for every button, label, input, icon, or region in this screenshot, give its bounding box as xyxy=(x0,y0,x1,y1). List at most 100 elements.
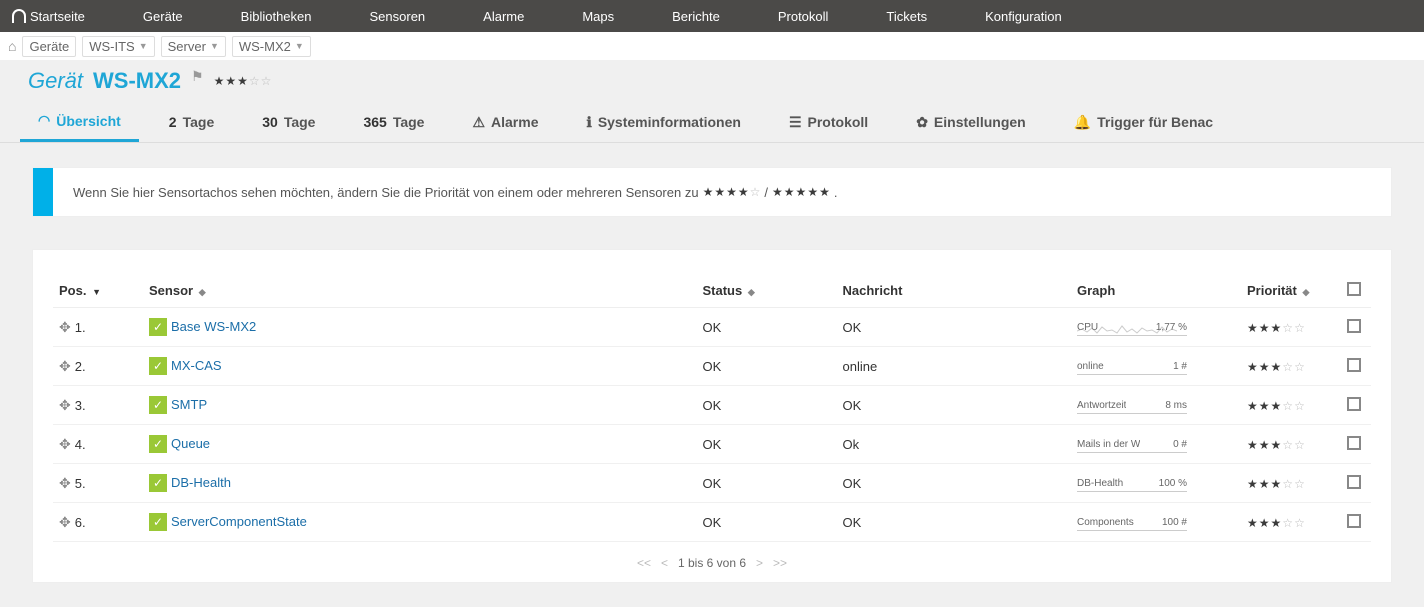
breadcrumb-item-geraete[interactable]: Geräte xyxy=(22,36,76,57)
nav-item-tickets[interactable]: Tickets xyxy=(886,9,927,24)
tab-alarme[interactable]: ⚠Alarme xyxy=(454,104,556,141)
graph-label: DB-Health xyxy=(1077,478,1123,489)
mini-graph[interactable]: DB-Health100 % xyxy=(1077,474,1187,492)
drag-handle-icon[interactable]: ✥ xyxy=(59,475,71,491)
pager-last[interactable]: >> xyxy=(773,556,787,570)
status-ok-icon: ✓ xyxy=(149,513,167,531)
pager-first[interactable]: << xyxy=(637,556,651,570)
nav-item-berichte[interactable]: Berichte xyxy=(672,9,720,24)
row-message: OK xyxy=(836,464,1071,503)
row-status: OK xyxy=(696,464,836,503)
nav-item-maps[interactable]: Maps xyxy=(582,9,614,24)
sensor-link[interactable]: SMTP xyxy=(171,397,207,412)
breadcrumb: ⌂ Geräte WS-ITS▼ Server▼ WS-MX2▼ xyxy=(0,32,1424,60)
row-status: OK xyxy=(696,347,836,386)
drag-handle-icon[interactable]: ✥ xyxy=(59,358,71,374)
row-pos: 4. xyxy=(75,437,86,452)
col-nachricht[interactable]: Nachricht xyxy=(836,274,1071,308)
info-accent-bar xyxy=(33,168,53,216)
mini-graph[interactable]: Mails in der W0 # xyxy=(1077,435,1187,453)
row-priority-stars[interactable]: ★★★☆☆ xyxy=(1247,360,1305,374)
sort-icon: ◆ xyxy=(1302,287,1309,297)
row-checkbox[interactable] xyxy=(1347,514,1361,528)
pager-prev[interactable]: < xyxy=(661,556,668,570)
sensor-link[interactable]: DB-Health xyxy=(171,475,231,490)
row-pos: 2. xyxy=(75,359,86,374)
table-row[interactable]: ✥2.✓MX-CASOKonlineonline1 #★★★☆☆ xyxy=(53,347,1371,386)
nav-item-protokoll[interactable]: Protokoll xyxy=(778,9,829,24)
row-priority-stars[interactable]: ★★★☆☆ xyxy=(1247,477,1305,491)
tab-bar: ◠Übersicht 2Tage 30Tage 365Tage ⚠Alarme … xyxy=(0,102,1424,143)
tab-2tage[interactable]: 2Tage xyxy=(151,104,232,140)
mini-graph[interactable]: online1 # xyxy=(1077,357,1187,375)
graph-label: online xyxy=(1077,361,1104,372)
col-graph[interactable]: Graph xyxy=(1071,274,1241,308)
table-row[interactable]: ✥6.✓ServerComponentStateOKOKComponents10… xyxy=(53,503,1371,542)
sort-down-icon: ▼ xyxy=(92,287,101,297)
checkbox-all[interactable] xyxy=(1347,282,1361,296)
breadcrumb-item-wsits[interactable]: WS-ITS▼ xyxy=(82,36,154,57)
nav-item-geraete[interactable]: Geräte xyxy=(143,9,183,24)
row-message: OK xyxy=(836,503,1071,542)
tab-protokoll[interactable]: ☰Protokoll xyxy=(771,104,886,141)
nav-item-bibliotheken[interactable]: Bibliotheken xyxy=(241,9,312,24)
table-row[interactable]: ✥3.✓SMTPOKOKAntwortzeit8 ms★★★☆☆ xyxy=(53,386,1371,425)
table-row[interactable]: ✥4.✓QueueOKOkMails in der W0 #★★★☆☆ xyxy=(53,425,1371,464)
device-priority-stars[interactable]: ★★★☆☆ xyxy=(214,74,272,88)
gauge-icon: ◠ xyxy=(38,112,50,129)
breadcrumb-item-server[interactable]: Server▼ xyxy=(161,36,226,57)
col-select-all[interactable] xyxy=(1341,274,1371,308)
col-prioritaet[interactable]: Priorität ◆ xyxy=(1241,274,1341,308)
table-row[interactable]: ✥5.✓DB-HealthOKOKDB-Health100 %★★★☆☆ xyxy=(53,464,1371,503)
row-checkbox[interactable] xyxy=(1347,397,1361,411)
breadcrumb-item-wsmx2[interactable]: WS-MX2▼ xyxy=(232,36,311,57)
table-row[interactable]: ✥1.✓Base WS-MX2OKOKCPU1,77 %★★★☆☆ xyxy=(53,308,1371,347)
drag-handle-icon[interactable]: ✥ xyxy=(59,319,71,335)
tab-sysinfo[interactable]: ℹSysteminformationen xyxy=(568,104,758,141)
drag-handle-icon[interactable]: ✥ xyxy=(59,514,71,530)
tab-365tage[interactable]: 365Tage xyxy=(345,104,442,140)
nav-item-sensoren[interactable]: Sensoren xyxy=(370,9,426,24)
row-priority-stars[interactable]: ★★★☆☆ xyxy=(1247,399,1305,413)
status-ok-icon: ✓ xyxy=(149,435,167,453)
row-priority-stars[interactable]: ★★★☆☆ xyxy=(1247,516,1305,530)
graph-label: Components xyxy=(1077,517,1134,528)
sensor-link[interactable]: Queue xyxy=(171,436,210,451)
sensor-link[interactable]: ServerComponentState xyxy=(171,514,307,529)
pager: << < 1 bis 6 von 6 > >> xyxy=(53,542,1371,570)
tab-trigger[interactable]: 🔔Trigger für Benac xyxy=(1056,104,1231,141)
row-pos: 1. xyxy=(75,320,86,335)
row-priority-stars[interactable]: ★★★☆☆ xyxy=(1247,438,1305,452)
col-pos[interactable]: Pos. ▼ xyxy=(53,274,143,308)
tab-einstellungen[interactable]: ✿Einstellungen xyxy=(898,104,1044,141)
drag-handle-icon[interactable]: ✥ xyxy=(59,436,71,452)
row-checkbox[interactable] xyxy=(1347,436,1361,450)
row-status: OK xyxy=(696,386,836,425)
nav-item-alarme[interactable]: Alarme xyxy=(483,9,524,24)
drag-handle-icon[interactable]: ✥ xyxy=(59,397,71,413)
sensor-link[interactable]: MX-CAS xyxy=(171,358,222,373)
row-checkbox[interactable] xyxy=(1347,358,1361,372)
row-message: OK xyxy=(836,386,1071,425)
stars-5-icon: ★★★★★ xyxy=(772,185,830,199)
row-priority-stars[interactable]: ★★★☆☆ xyxy=(1247,321,1305,335)
mini-graph[interactable]: Components 100 # xyxy=(1077,513,1187,531)
nav-item-konfiguration[interactable]: Konfiguration xyxy=(985,9,1062,24)
mini-graph[interactable]: Antwortzeit8 ms xyxy=(1077,396,1187,414)
home-logo-icon xyxy=(12,9,26,23)
sensor-link[interactable]: Base WS-MX2 xyxy=(171,319,256,334)
list-icon: ☰ xyxy=(789,114,802,131)
pager-next[interactable]: > xyxy=(756,556,763,570)
home-icon[interactable]: ⌂ xyxy=(8,38,16,54)
nav-item-startseite[interactable]: Startseite xyxy=(12,9,85,24)
col-status[interactable]: Status ◆ xyxy=(696,274,836,308)
graph-value: 100 # xyxy=(1162,517,1187,528)
col-sensor[interactable]: Sensor ◆ xyxy=(143,274,696,308)
flag-icon[interactable]: ⚑ xyxy=(191,68,204,85)
mini-graph[interactable]: CPU1,77 % xyxy=(1077,318,1187,336)
tab-30tage[interactable]: 30Tage xyxy=(244,104,333,140)
tab-uebersicht[interactable]: ◠Übersicht xyxy=(20,102,139,142)
row-checkbox[interactable] xyxy=(1347,319,1361,333)
sort-icon: ◆ xyxy=(748,287,755,297)
row-checkbox[interactable] xyxy=(1347,475,1361,489)
